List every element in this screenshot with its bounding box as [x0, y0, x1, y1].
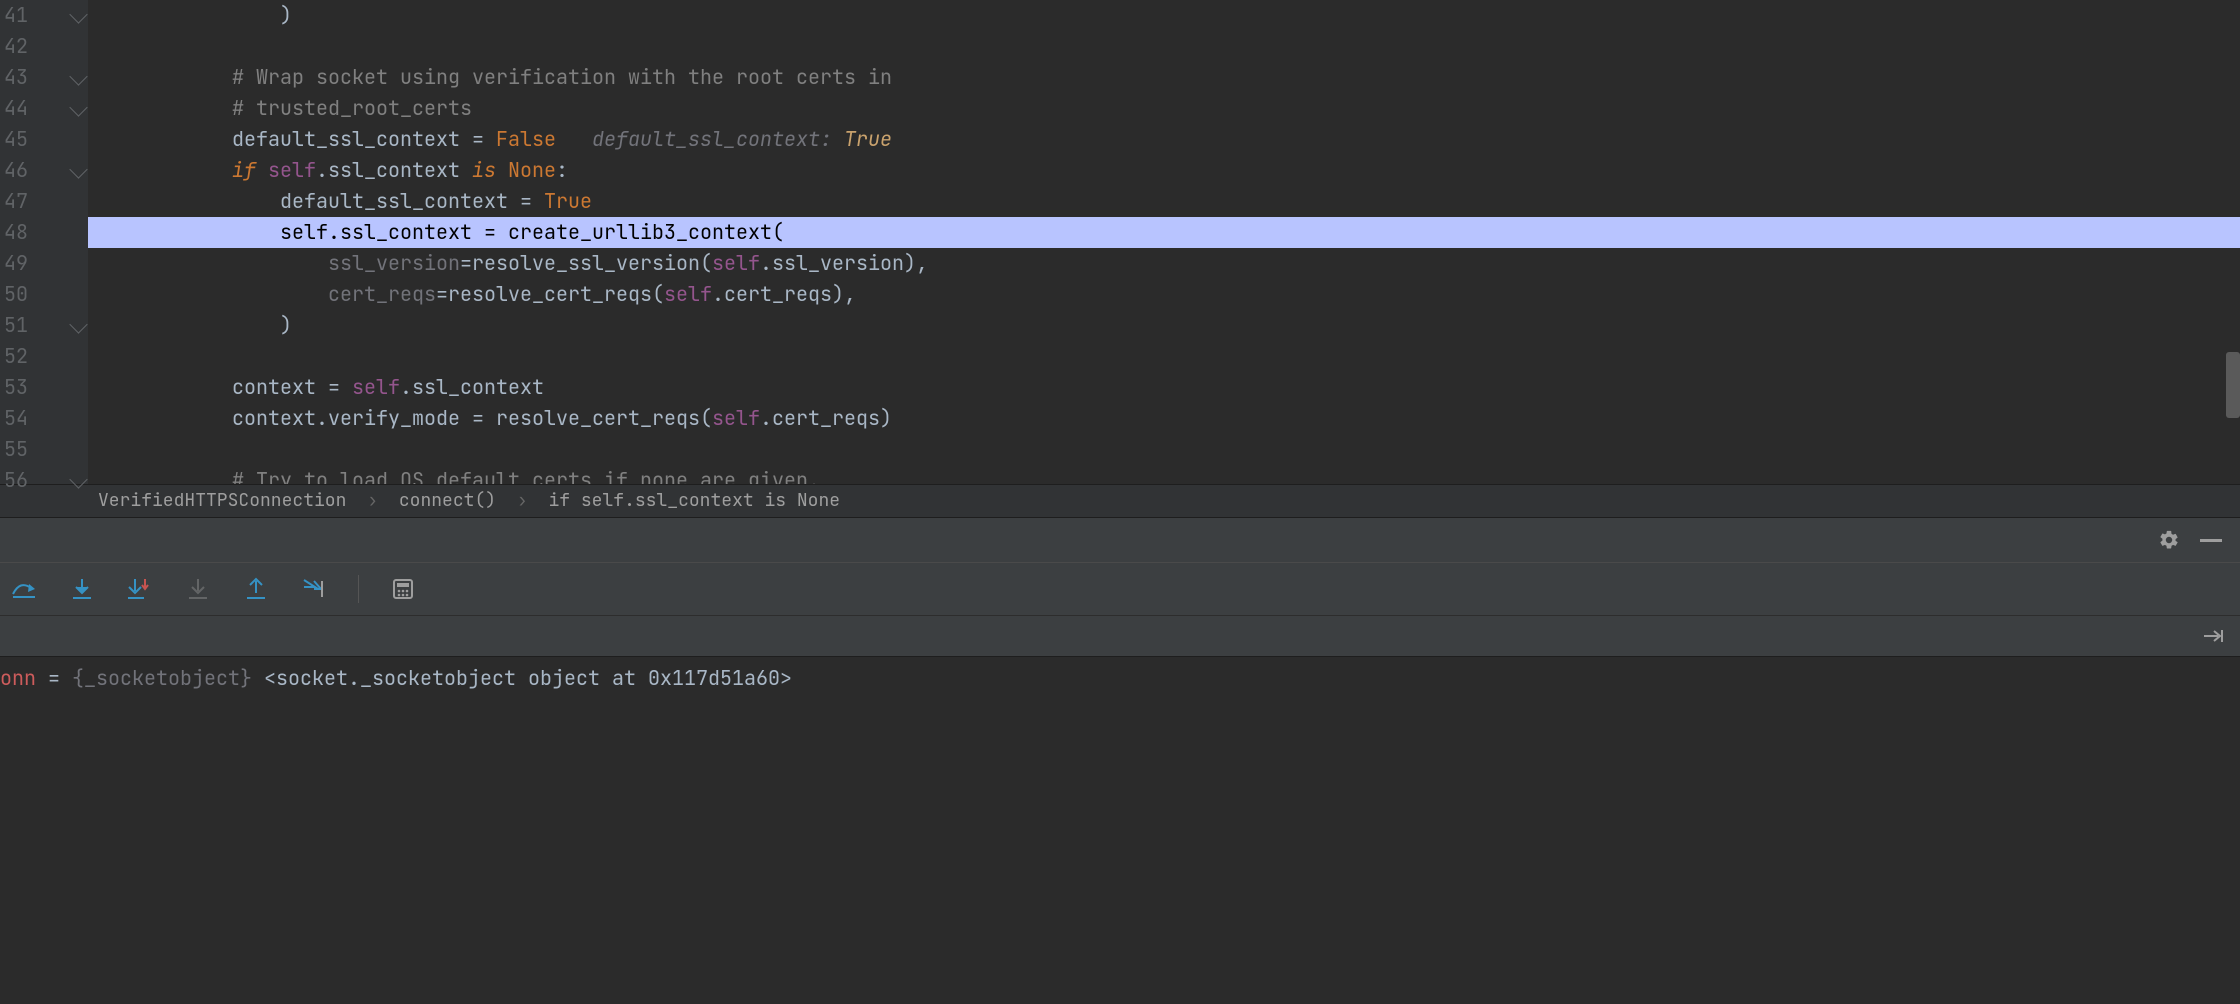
breadcrumb-item[interactable]: if self.ssl_context is None — [548, 489, 840, 512]
step-into-my-code-button[interactable] — [126, 575, 154, 603]
line-number[interactable]: 53 — [0, 372, 30, 403]
variable-row[interactable]: onn = {_socketobject} <socket._socketobj… — [0, 663, 2240, 693]
line-number[interactable]: 45 — [0, 124, 30, 155]
debug-stepping-toolbar — [0, 562, 2240, 615]
code-line: if self.ssl_context is None: — [88, 155, 2240, 186]
line-number[interactable]: 49 — [0, 248, 30, 279]
line-number[interactable]: 54 — [0, 403, 30, 434]
code-editor[interactable]: 41 42 43 44 45 46 47 48 49 50 51 52 53 5… — [0, 0, 2240, 484]
line-number[interactable]: 42 — [0, 31, 30, 62]
variables-panel[interactable]: onn = {_socketobject} <socket._socketobj… — [0, 656, 2240, 1004]
step-out-icon — [245, 577, 267, 601]
code-line: # Try to load OS default certs if none a… — [88, 465, 2240, 484]
line-number[interactable]: 41 — [0, 0, 30, 31]
settings-button[interactable] — [2158, 529, 2180, 551]
code-line: cert_reqs=resolve_cert_reqs(self.cert_re… — [88, 279, 2240, 310]
breadcrumb-item[interactable]: VerifiedHTTPSConnection — [98, 489, 346, 512]
code-line: ) — [88, 0, 2240, 31]
run-to-cursor-button[interactable] — [300, 575, 328, 603]
variable-name: onn — [0, 665, 36, 691]
line-number[interactable]: 52 — [0, 341, 30, 372]
line-number[interactable]: 47 — [0, 186, 30, 217]
step-over-icon — [11, 578, 37, 600]
variable-value: <socket._socketobject object at 0x117d51… — [252, 665, 792, 691]
step-into-button[interactable] — [68, 575, 96, 603]
toolbar-separator — [358, 575, 359, 603]
code-body[interactable]: ) # Wrap socket using verification with … — [88, 0, 2240, 484]
step-into-my-icon — [127, 577, 153, 601]
minimize-icon — [2200, 539, 2222, 542]
variable-type: {_socketobject} — [72, 665, 252, 691]
line-number[interactable]: 43 — [0, 62, 30, 93]
evaluate-expression-button[interactable] — [389, 575, 417, 603]
force-step-into-button[interactable] — [184, 575, 212, 603]
code-line: # Wrap socket using verification with th… — [88, 62, 2240, 93]
force-step-icon — [187, 577, 209, 601]
frames-header-bar — [0, 615, 2240, 656]
fold-column[interactable] — [30, 0, 88, 484]
code-line: ) — [88, 310, 2240, 341]
chevron-right-icon: › — [367, 489, 378, 512]
line-number-gutter[interactable]: 41 42 43 44 45 46 47 48 49 50 51 52 53 5… — [0, 0, 30, 484]
scrollbar-thumb[interactable] — [2226, 352, 2240, 418]
fold-icon[interactable] — [69, 67, 87, 85]
line-number[interactable]: 55 — [0, 434, 30, 465]
gear-icon — [2158, 529, 2180, 551]
step-into-icon — [71, 577, 93, 601]
code-line: # trusted_root_certs — [88, 93, 2240, 124]
debug-panel-header — [0, 517, 2240, 562]
code-line — [88, 31, 2240, 62]
line-number[interactable]: 46 — [0, 155, 30, 186]
fold-icon[interactable] — [69, 315, 87, 333]
line-number[interactable]: 44 — [0, 93, 30, 124]
code-line: default_ssl_context = True — [88, 186, 2240, 217]
current-execution-line: self.ssl_context = create_urllib3_contex… — [88, 217, 2240, 248]
code-line: default_ssl_context = False default_ssl_… — [88, 124, 2240, 155]
expand-right-icon[interactable] — [2202, 628, 2224, 644]
line-number[interactable]: 51 — [0, 310, 30, 341]
code-line — [88, 434, 2240, 465]
step-out-button[interactable] — [242, 575, 270, 603]
chevron-right-icon: › — [517, 489, 528, 512]
run-to-cursor-icon — [301, 577, 327, 601]
line-number[interactable]: 56 — [0, 465, 30, 496]
fold-icon[interactable] — [69, 98, 87, 116]
fold-icon[interactable] — [69, 160, 87, 178]
code-line — [88, 341, 2240, 372]
line-number[interactable]: 50 — [0, 279, 30, 310]
minimize-button[interactable] — [2200, 539, 2222, 542]
line-number[interactable]: 48 — [0, 217, 30, 248]
code-line: context.verify_mode = resolve_cert_reqs(… — [88, 403, 2240, 434]
breadcrumb-bar[interactable]: VerifiedHTTPSConnection › connect() › if… — [0, 484, 2240, 517]
calculator-icon — [392, 578, 414, 600]
fold-icon[interactable] — [69, 5, 87, 23]
code-line: ssl_version=resolve_ssl_version(self.ssl… — [88, 248, 2240, 279]
ide-editor: 41 42 43 44 45 46 47 48 49 50 51 52 53 5… — [0, 0, 2240, 1004]
code-line: context = self.ssl_context — [88, 372, 2240, 403]
step-over-button[interactable] — [10, 575, 38, 603]
breadcrumb-item[interactable]: connect() — [399, 489, 496, 512]
